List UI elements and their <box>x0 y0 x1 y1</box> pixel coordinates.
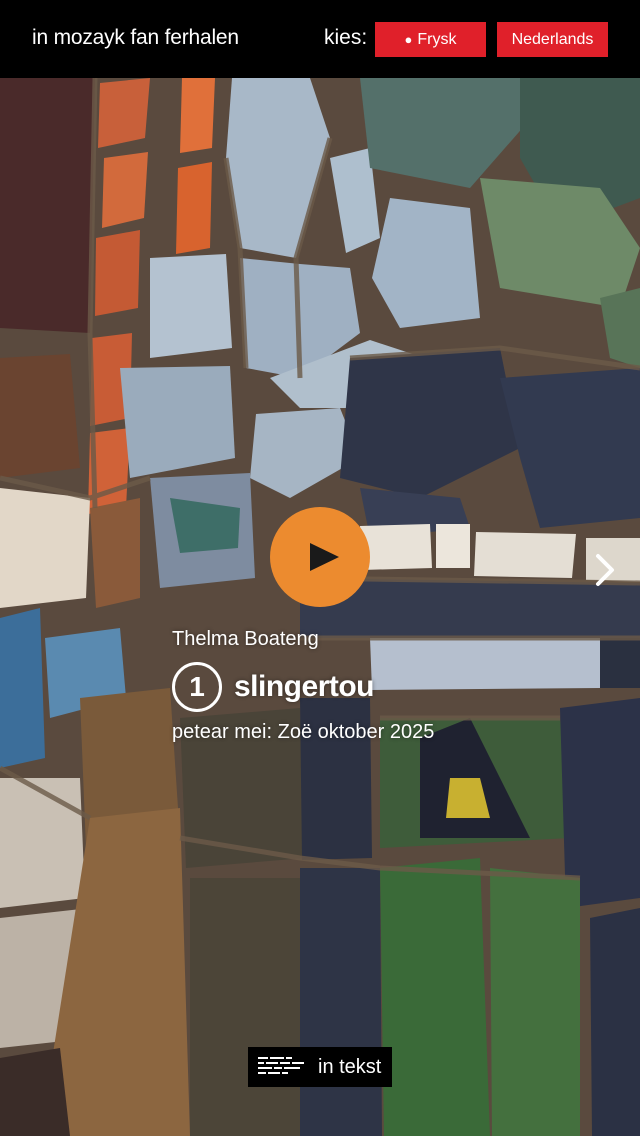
episode-heading: 1 slingertou <box>172 660 375 714</box>
speaker-name: Thelma Boateng <box>172 628 319 650</box>
mosaic-background-image <box>0 78 640 1136</box>
episode-title: slingertou <box>234 670 375 703</box>
top-bar: in mozayk fan ferhalen kies: ● Frysk Ned… <box>0 0 640 78</box>
language-button-frysk[interactable]: ● Frysk <box>375 22 486 57</box>
next-story-button[interactable] <box>588 548 622 592</box>
language-button-label: Frysk <box>417 30 457 48</box>
episode-number-badge: 1 <box>172 662 222 712</box>
interview-credit: petear mei: Zoë oktober 2025 <box>172 721 435 743</box>
play-button[interactable] <box>270 507 370 607</box>
show-text-button[interactable]: in tekst <box>248 1047 392 1087</box>
selected-dot-icon: ● <box>404 32 413 47</box>
play-icon <box>310 543 339 571</box>
language-button-nederlands[interactable]: Nederlands <box>497 22 608 57</box>
chevron-right-icon <box>596 554 614 586</box>
language-button-label: Nederlands <box>511 30 594 48</box>
text-lines-icon <box>258 1057 304 1074</box>
language-label: kies: <box>324 26 368 49</box>
show-text-label: in tekst <box>318 1055 382 1078</box>
site-title: in mozayk fan ferhalen <box>32 26 239 49</box>
